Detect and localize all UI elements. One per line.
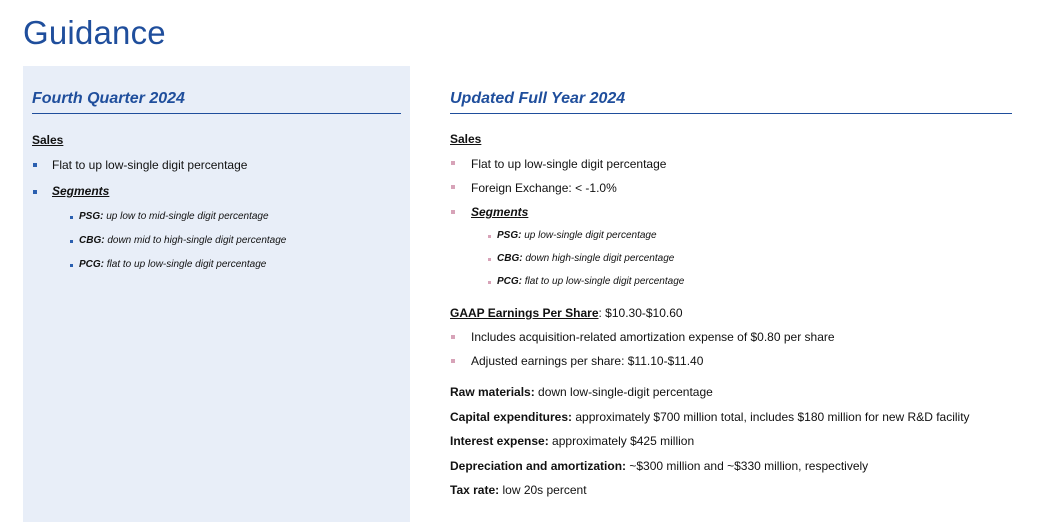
other-text: approximately $425 million (548, 434, 695, 448)
fy-eps-item: Adjusted earnings per share: $11.10-$11.… (471, 354, 704, 368)
fy-other-row: Raw materials: down low-single-digit per… (450, 385, 713, 399)
segment-text: down mid to high-single digit percentage (104, 235, 287, 246)
fy-sub-bullet-icon (488, 235, 491, 238)
q4-segment-row: PSG: up low to mid-single digit percenta… (79, 211, 269, 222)
q4-panel: Fourth Quarter 2024 Sales Flat to up low… (23, 66, 410, 522)
fy-segment-row: PCG: flat to up low-single digit percent… (497, 276, 684, 287)
fy-other-row: Tax rate: low 20s percent (450, 483, 587, 497)
other-label: Capital expenditures: (450, 410, 573, 424)
fy-bullet-icon (451, 185, 455, 189)
fy-eps-line: GAAP Earnings Per Share: $10.30-$10.60 (450, 306, 683, 320)
fy-other-row: Interest expense: approximately $425 mil… (450, 434, 694, 448)
fy-segment-row: CBG: down high-single digit percentage (497, 253, 674, 264)
fy-panel: Updated Full Year 2024 Sales Flat to up … (450, 66, 1014, 522)
fy-bullet-icon (451, 161, 455, 165)
q4-segments-label: Segments (52, 184, 110, 198)
eps-label: GAAP Earnings Per Share (450, 306, 599, 320)
segment-name: CBG: (79, 235, 105, 246)
fy-sub-bullet-icon (488, 281, 491, 284)
fy-bullet-icon (451, 210, 455, 214)
q4-sub-bullet-icon (70, 264, 73, 267)
segment-text: up low to mid-single digit percentage (103, 211, 269, 222)
fy-other-row: Depreciation and amortization: ~$300 mil… (450, 459, 868, 473)
q4-sub-bullet-icon (70, 240, 73, 243)
fy-other-row: Capital expenditures: approximately $700… (450, 410, 970, 424)
fy-eps-item: Includes acquisition-related amortizatio… (471, 330, 835, 344)
fy-sales-label: Sales (450, 132, 482, 146)
q4-sales-label: Sales (32, 133, 64, 147)
eps-value: : $10.30-$10.60 (598, 306, 683, 320)
q4-segment-row: CBG: down mid to high-single digit perce… (79, 235, 286, 246)
fy-bullet-icon (451, 335, 455, 339)
fy-heading: Updated Full Year 2024 (450, 90, 626, 107)
fy-bullet-icon (451, 359, 455, 363)
q4-heading-rule (32, 113, 401, 114)
segment-name: PSG: (79, 211, 104, 222)
fy-segment-row: PSG: up low-single digit percentage (497, 230, 657, 241)
segment-name: PCG: (497, 276, 522, 287)
fy-segments-label: Segments (471, 205, 529, 219)
segment-name: PSG: (497, 230, 522, 241)
q4-bullet-icon (33, 163, 37, 167)
q4-heading: Fourth Quarter 2024 (32, 90, 185, 107)
other-label: Tax rate: (450, 483, 500, 497)
other-label: Depreciation and amortization: (450, 459, 627, 473)
q4-sales-item: Flat to up low-single digit percentage (52, 158, 248, 172)
other-text: ~$300 million and ~$330 million, respect… (626, 459, 869, 473)
other-label: Raw materials: (450, 385, 535, 399)
fy-sales-item: Flat to up low-single digit percentage (471, 157, 667, 171)
segment-text: up low-single digit percentage (521, 230, 657, 241)
segment-text: down high-single digit percentage (522, 253, 675, 264)
fy-sales-item: Foreign Exchange: < -1.0% (471, 181, 617, 195)
other-text: approximately $700 million total, includ… (572, 410, 970, 424)
other-text: low 20s percent (499, 483, 587, 497)
page-title: Guidance (23, 14, 166, 51)
q4-segment-row: PCG: flat to up low-single digit percent… (79, 259, 266, 270)
q4-bullet-icon (33, 190, 37, 194)
segment-name: CBG: (497, 253, 523, 264)
q4-sub-bullet-icon (70, 216, 73, 219)
segment-text: flat to up low-single digit percentage (522, 276, 685, 287)
segment-text: flat to up low-single digit percentage (104, 259, 267, 270)
segment-name: PCG: (79, 259, 104, 270)
fy-heading-rule (450, 113, 1012, 114)
fy-sub-bullet-icon (488, 258, 491, 261)
other-text: down low-single-digit percentage (534, 385, 713, 399)
other-label: Interest expense: (450, 434, 549, 448)
